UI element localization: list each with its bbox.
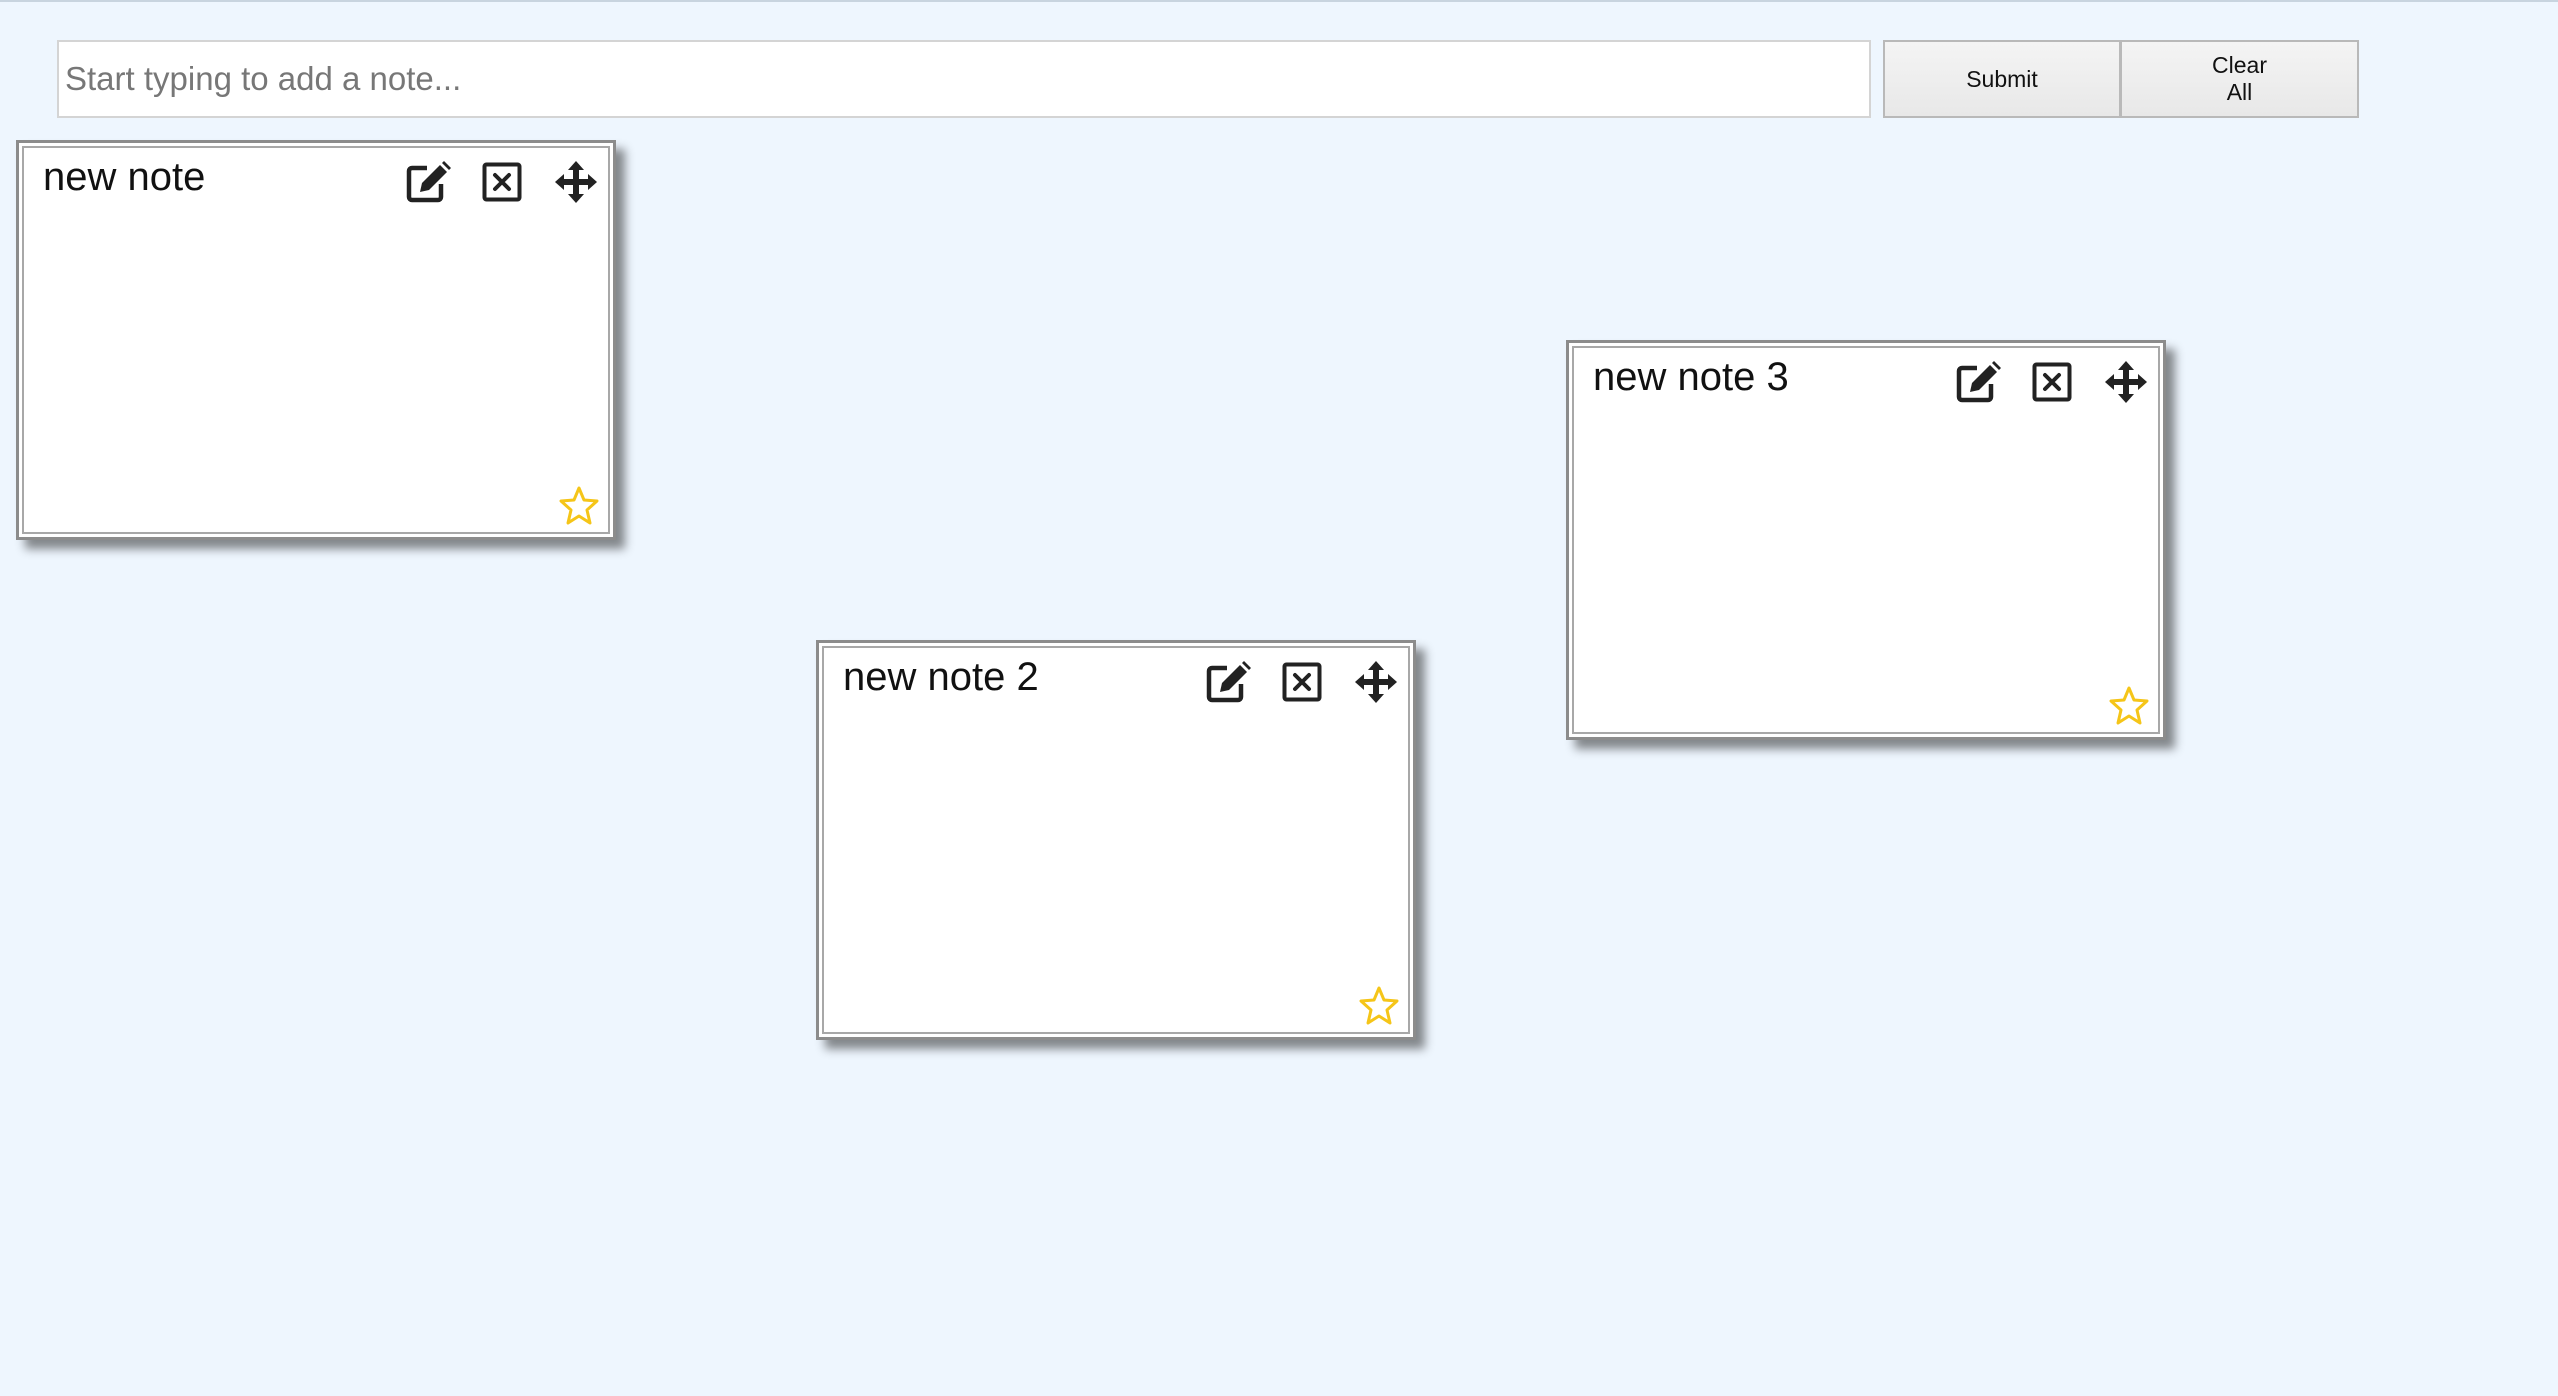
- move-icon[interactable]: [2103, 359, 2149, 405]
- note-title: new note: [43, 155, 206, 199]
- note-card[interactable]: new note: [16, 140, 616, 540]
- note-title: new note 2: [843, 655, 1039, 699]
- star-icon[interactable]: [559, 485, 599, 525]
- note-toolbar: [1955, 359, 2149, 405]
- note-toolbar: [1205, 659, 1399, 705]
- submit-button[interactable]: Submit: [1883, 40, 2121, 118]
- clear-all-button[interactable]: Clear All: [2121, 40, 2359, 118]
- note-input[interactable]: [57, 40, 1871, 118]
- edit-icon[interactable]: [405, 159, 451, 205]
- clear-all-button-label: Clear All: [2212, 52, 2267, 105]
- note-title: new note 3: [1593, 355, 1789, 399]
- star-icon[interactable]: [2109, 685, 2149, 725]
- edit-icon[interactable]: [1955, 359, 2001, 405]
- note-card[interactable]: new note 2: [816, 640, 1416, 1040]
- submit-button-label: Submit: [1966, 65, 2038, 92]
- move-icon[interactable]: [1353, 659, 1399, 705]
- delete-icon[interactable]: [1279, 659, 1325, 705]
- notes-app: Submit Clear All new note: [0, 0, 2558, 1396]
- note-toolbar: [405, 159, 599, 205]
- star-icon[interactable]: [1359, 985, 1399, 1025]
- note-card[interactable]: new note 3: [1566, 340, 2166, 740]
- move-icon[interactable]: [553, 159, 599, 205]
- delete-icon[interactable]: [479, 159, 525, 205]
- note-entry-bar: Submit Clear All: [57, 40, 2359, 118]
- edit-icon[interactable]: [1205, 659, 1251, 705]
- delete-icon[interactable]: [2029, 359, 2075, 405]
